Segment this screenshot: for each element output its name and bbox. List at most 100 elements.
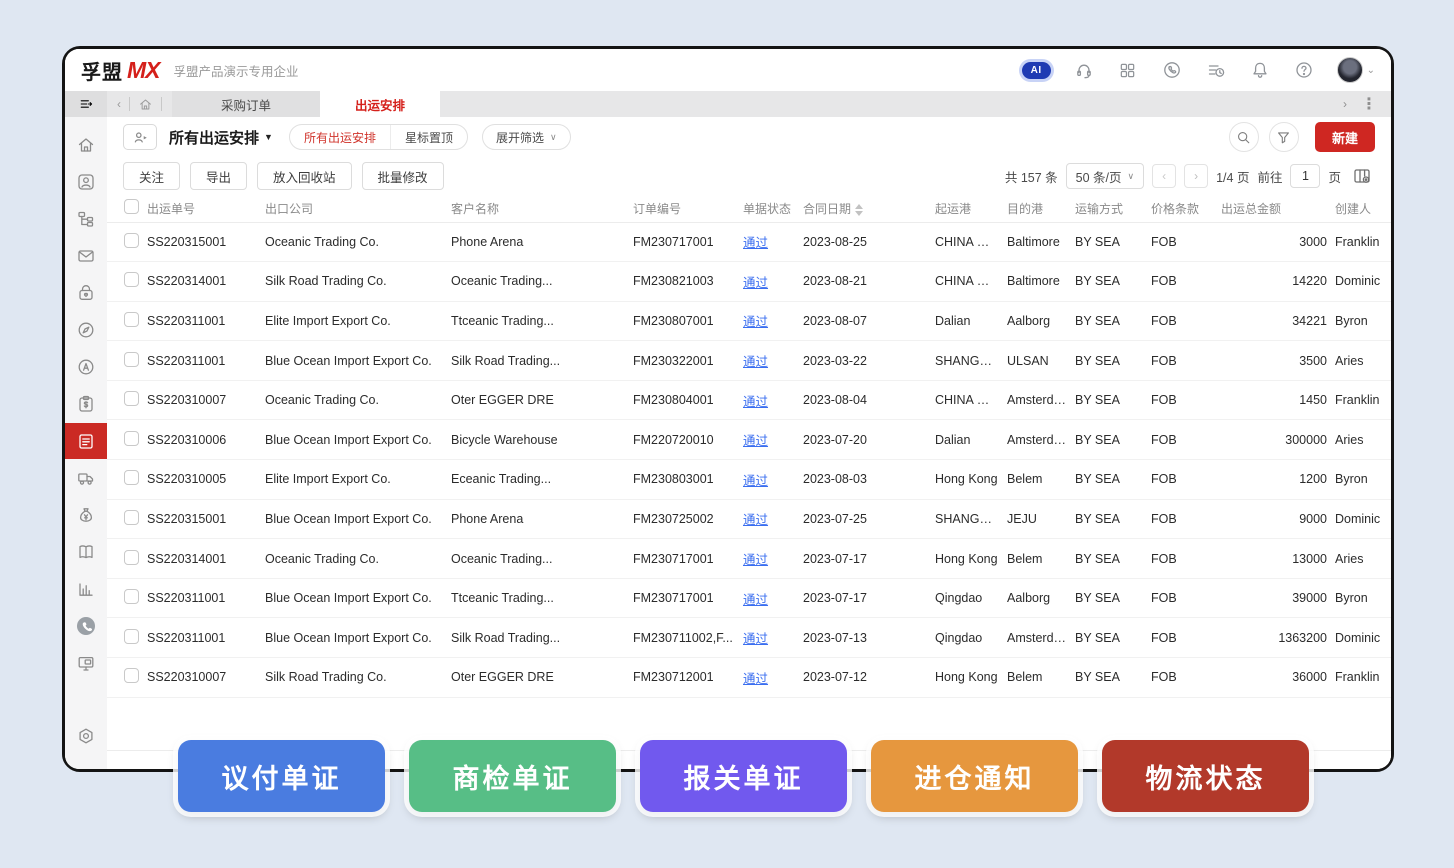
status-link[interactable]: 通过 [743,315,768,329]
row-checkbox[interactable] [124,629,139,644]
toolbar-button-3[interactable]: 放入回收站 [257,162,352,190]
create-new-button[interactable]: 新建 [1315,122,1375,152]
quick-filter-2[interactable]: 星标置顶 [390,125,467,149]
search-icon[interactable] [1229,122,1259,152]
table-row[interactable]: SS220311001Blue Ocean Import Export Co.S… [107,341,1391,381]
column-settings-icon[interactable] [1349,164,1375,188]
sidebar-item-mail-icon[interactable] [65,238,107,275]
flow-button-3[interactable]: 报关单证 [640,740,847,812]
filter-funnel-icon[interactable] [1269,122,1299,152]
sidebar-item-home-icon[interactable] [65,127,107,164]
column-header-9[interactable]: 运输方式 [1071,195,1147,222]
task-list-icon[interactable] [1205,59,1227,81]
flow-button-1[interactable]: 议付单证 [178,740,385,812]
column-header-10[interactable]: 价格条款 [1147,195,1217,222]
table-row[interactable]: SS220315001Oceanic Trading Co.Phone Aren… [107,222,1391,262]
sidebar-item-book-icon[interactable] [65,533,107,570]
toolbar-button-2[interactable]: 导出 [190,162,247,190]
table-row[interactable]: SS220314001Silk Road Trading Co.Oceanic … [107,262,1391,302]
status-link[interactable]: 通过 [743,513,768,527]
column-header-4[interactable]: 订单编号 [629,195,739,222]
status-link[interactable]: 通过 [743,553,768,567]
row-checkbox[interactable] [124,352,139,367]
row-checkbox[interactable] [124,589,139,604]
avatar[interactable] [1337,57,1363,83]
sidebar-item-compass-icon[interactable] [65,312,107,349]
sidebar-collapse-button[interactable] [65,91,107,117]
view-switch-icon[interactable] [123,124,157,150]
user-menu[interactable]: ⌄ [1337,57,1375,83]
flow-button-5[interactable]: 物流状态 [1102,740,1309,812]
table-row[interactable]: SS220310007Silk Road Trading Co.Oter EGG… [107,658,1391,698]
next-page-button[interactable]: › [1184,164,1208,188]
expand-filter-button[interactable]: 展开筛选∨ [482,124,571,150]
apps-grid-icon[interactable] [1117,59,1139,81]
column-header-8[interactable]: 目的港 [1003,195,1071,222]
column-header-6[interactable]: 合同日期 [799,195,931,222]
status-link[interactable]: 通过 [743,593,768,607]
status-link[interactable]: 通过 [743,672,768,686]
row-checkbox[interactable] [124,272,139,287]
row-checkbox[interactable] [124,510,139,525]
headset-icon[interactable] [1073,59,1095,81]
sidebar-item-org-tree-icon[interactable] [65,201,107,238]
flow-button-4[interactable]: 进仓通知 [871,740,1078,812]
ai-assistant-button[interactable]: AI [1022,62,1051,79]
table-row[interactable]: SS220311001Elite Import Export Co.Ttcean… [107,301,1391,341]
bell-icon[interactable] [1249,59,1271,81]
sidebar-item-truck-icon[interactable] [65,459,107,496]
sidebar-item-money-bag-icon[interactable] [65,496,107,533]
whatsapp-icon[interactable] [1161,59,1183,81]
table-row[interactable]: SS220310007Oceanic Trading Co.Oter EGGER… [107,380,1391,420]
row-checkbox[interactable] [124,668,139,683]
sidebar-item-contacts-icon[interactable] [65,164,107,201]
sidebar-item-bag-icon[interactable] [65,275,107,312]
row-checkbox[interactable] [124,431,139,446]
column-header-7[interactable]: 起运港 [931,195,1003,222]
row-checkbox[interactable] [124,391,139,406]
row-checkbox[interactable] [124,550,139,565]
prev-page-button[interactable]: ‹ [1152,164,1176,188]
row-checkbox[interactable] [124,233,139,248]
page-size-select[interactable]: 50 条/页∨ [1066,163,1144,189]
select-all-checkbox[interactable] [124,199,139,214]
back-icon[interactable]: ‹ [117,97,121,111]
sidebar-item-bar-chart-icon[interactable] [65,570,107,607]
column-header-12[interactable]: 创建人 [1331,195,1391,222]
quick-filter-1[interactable]: 所有出运安排 [290,125,390,149]
goto-page-input[interactable] [1290,164,1320,188]
column-header-3[interactable]: 客户名称 [447,195,629,222]
table-row[interactable]: SS220310006Blue Ocean Import Export Co.B… [107,420,1391,460]
status-link[interactable]: 通过 [743,236,768,250]
table-row[interactable]: SS220311001Blue Ocean Import Export Co.S… [107,618,1391,658]
sidebar-item-clipboard-dollar-icon[interactable] [65,386,107,423]
column-header-11[interactable]: 出运总金额 [1217,195,1331,222]
column-header-1[interactable]: 出运单号 [143,195,261,222]
table-row[interactable]: SS220314001Oceanic Trading Co.Oceanic Tr… [107,539,1391,579]
sidebar-item-monitor-icon[interactable] [65,644,107,681]
home-tab-icon[interactable] [138,97,153,112]
status-link[interactable]: 通过 [743,395,768,409]
tab-scroll-right-icon[interactable]: › [1343,97,1347,111]
status-link[interactable]: 通过 [743,434,768,448]
toolbar-button-4[interactable]: 批量修改 [362,162,444,190]
tab-1[interactable]: 采购订单 [172,91,320,117]
view-title-dropdown[interactable]: 所有出运安排▼ [169,127,273,148]
tab-menu-icon[interactable]: ⋮ [1361,94,1377,114]
status-link[interactable]: 通过 [743,276,768,290]
column-header-2[interactable]: 出口公司 [261,195,447,222]
table-row[interactable]: SS220315001Blue Ocean Import Export Co.P… [107,499,1391,539]
sidebar-item-gear-icon[interactable] [65,718,107,755]
flow-button-2[interactable]: 商检单证 [409,740,616,812]
row-checkbox[interactable] [124,470,139,485]
help-icon[interactable] [1293,59,1315,81]
toolbar-button-1[interactable]: 关注 [123,162,180,190]
table-row[interactable]: SS220310005Elite Import Export Co.Eceani… [107,460,1391,500]
sidebar-item-circle-a-icon[interactable] [65,349,107,386]
sidebar-item-shipping-doc-icon[interactable] [65,423,107,460]
sort-icon[interactable] [855,204,863,216]
status-link[interactable]: 通过 [743,355,768,369]
status-link[interactable]: 通过 [743,474,768,488]
row-checkbox[interactable] [124,312,139,327]
table-row[interactable]: SS220311001Blue Ocean Import Export Co.T… [107,578,1391,618]
